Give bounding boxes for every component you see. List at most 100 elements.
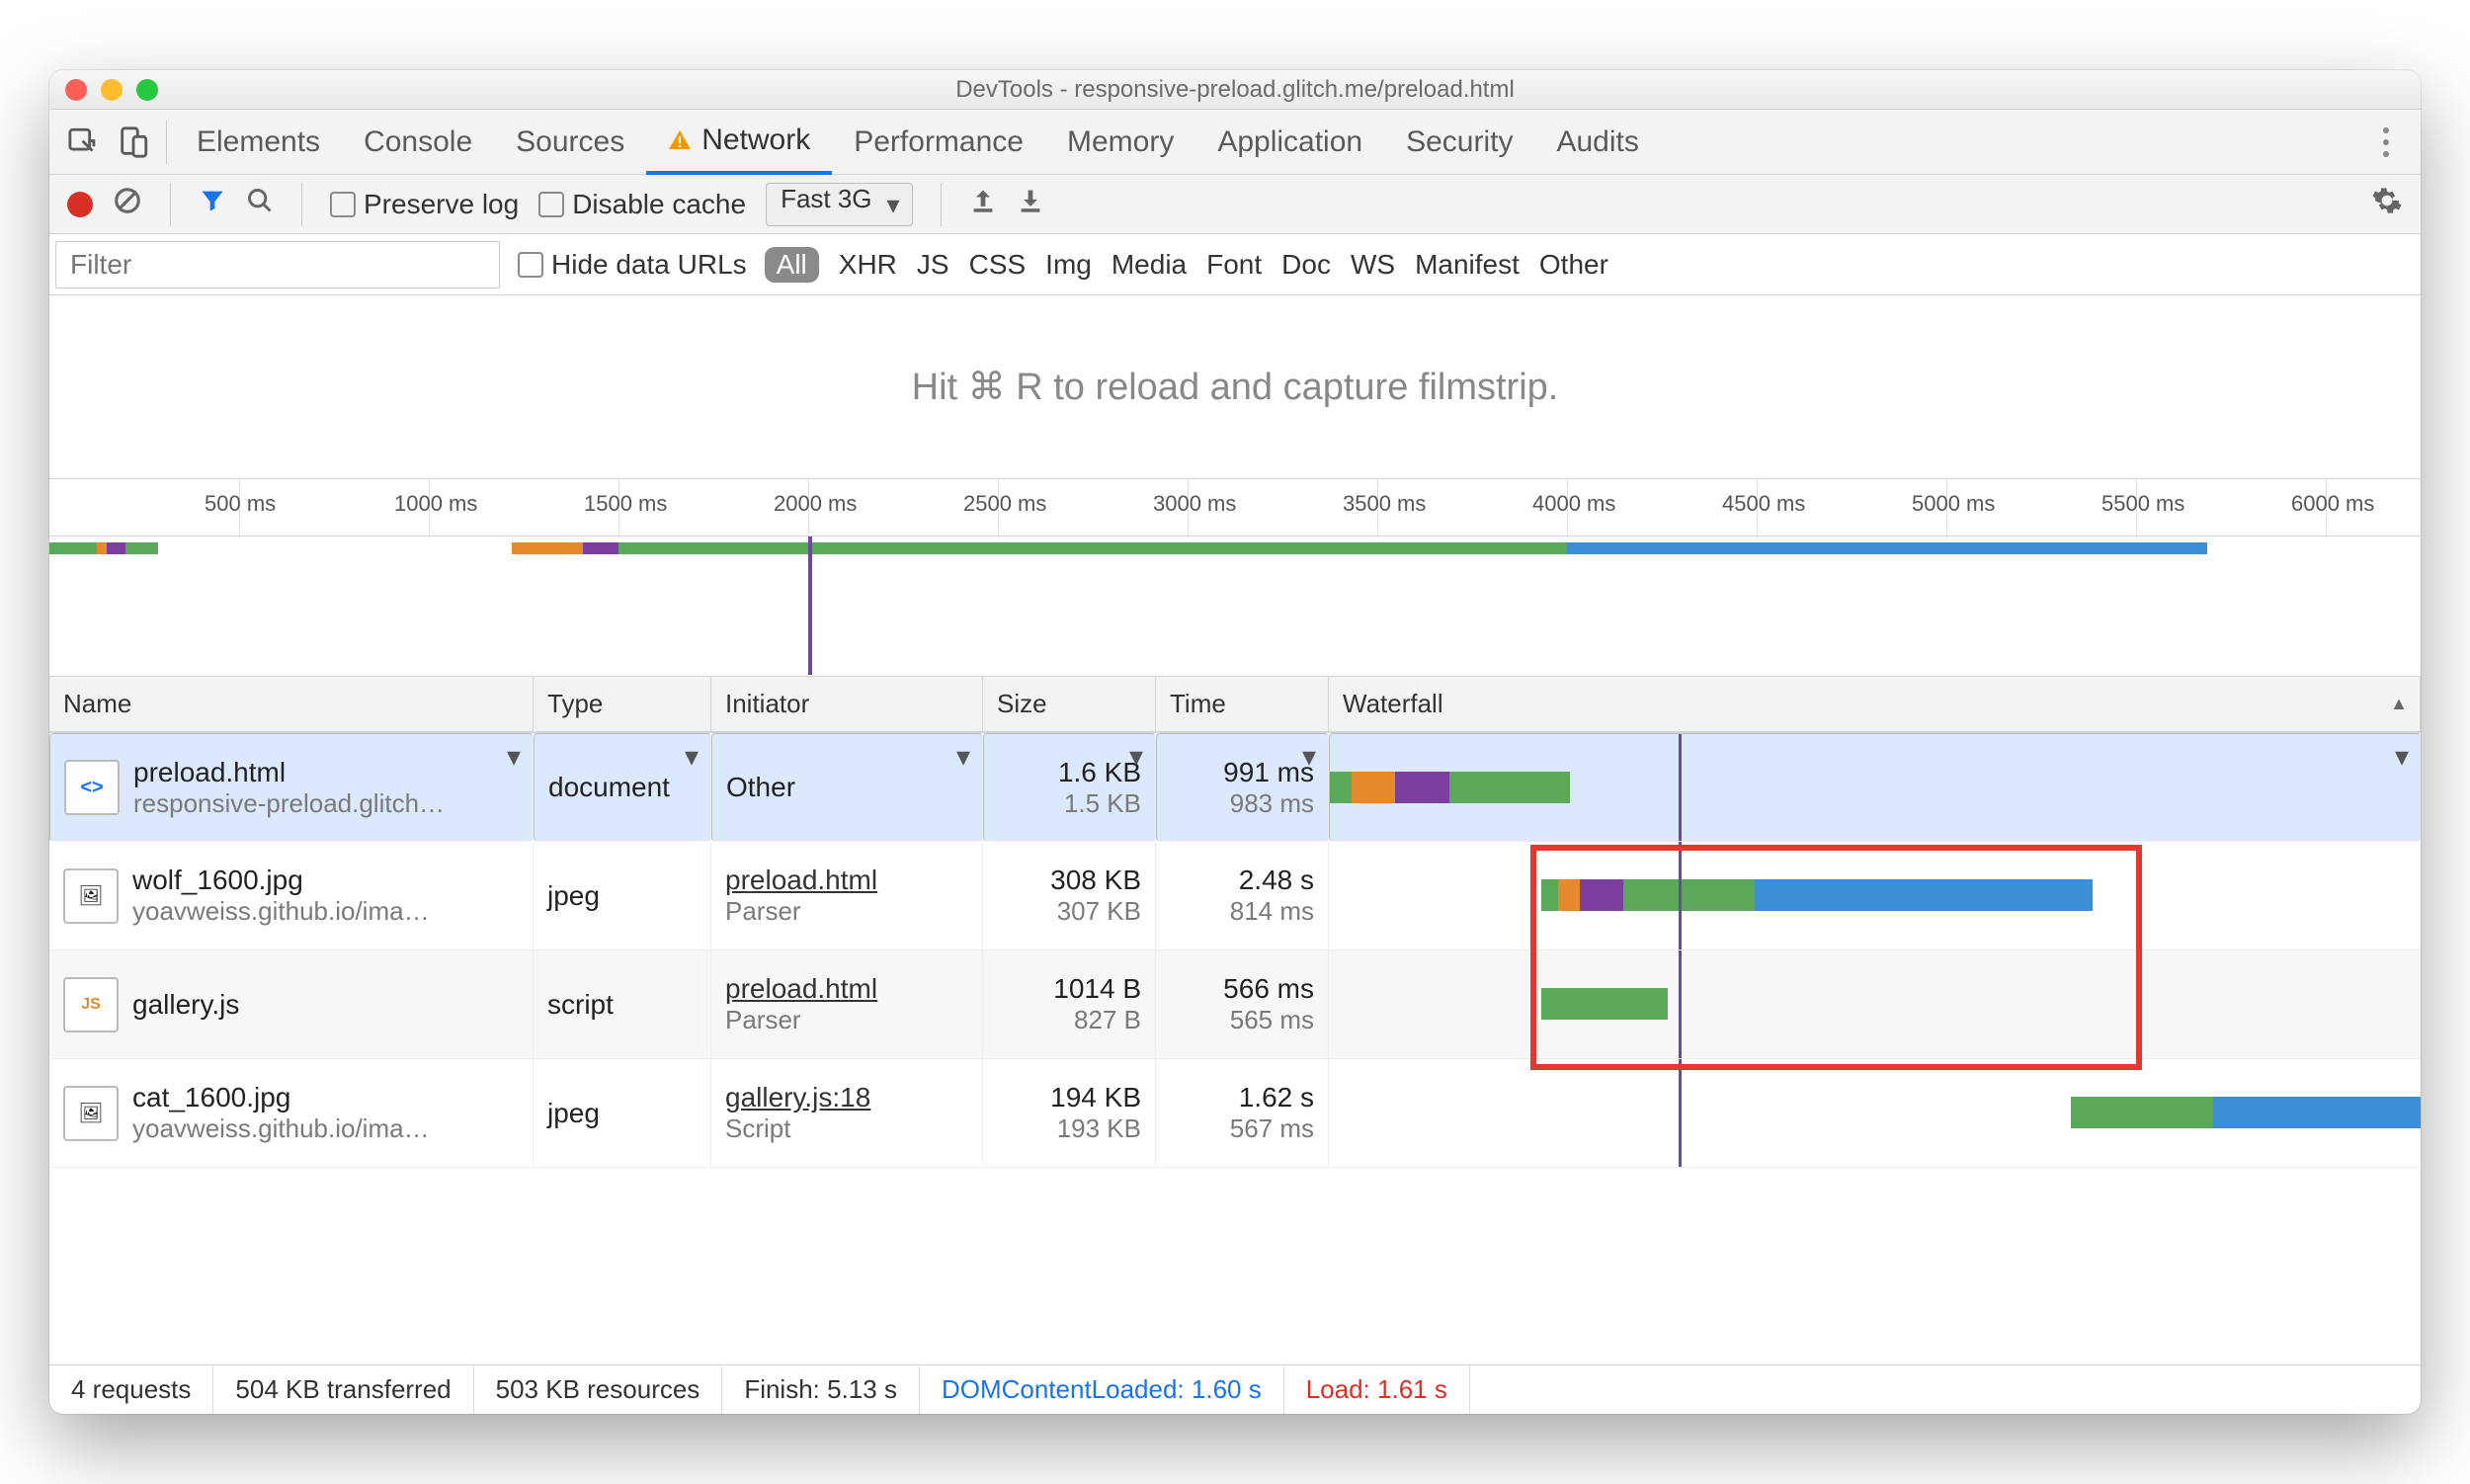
disable-cache-checkbox[interactable]: Disable cache [538,189,746,220]
request-time: 566 ms565 ms [1156,950,1329,1059]
waterfall-bar [1352,772,1395,803]
filter-type-js[interactable]: JS [917,249,949,281]
load-marker [1679,734,1682,841]
request-name: cat_1600.jpg [132,1082,430,1113]
waterfall-bar [1558,879,1580,911]
preserve-log-checkbox[interactable]: Preserve log [330,189,519,220]
timeline-tick: 5000 ms [1946,479,1947,536]
initiator-link[interactable]: gallery.js:18 [725,1082,968,1113]
waterfall-bar [1623,879,1755,911]
initiator-link[interactable]: preload.html [725,973,968,1005]
tab-audits[interactable]: Audits [1534,110,1660,175]
request-size: 1014 B827 B [983,950,1156,1059]
initiator-link[interactable]: preload.html [725,865,968,896]
tab-performance[interactable]: Performance [832,110,1045,175]
download-har-icon[interactable] [1017,187,1044,221]
load-marker [808,536,812,675]
waterfall-cell [1329,1059,2421,1168]
waterfall-bar [1330,772,1352,803]
request-type: script [534,950,711,1059]
tab-elements[interactable]: Elements [175,110,342,175]
close-icon[interactable] [65,79,87,101]
panels-tabbar: ElementsConsoleSourcesNetworkPerformance… [49,110,2421,175]
request-size: 194 KB193 KB [983,1059,1156,1168]
separator [301,183,302,226]
tab-console[interactable]: Console [342,110,494,175]
tab-application[interactable]: Application [1195,110,1384,175]
hide-data-urls-checkbox[interactable]: Hide data URLs [518,249,747,281]
timeline-segment [125,542,159,554]
timeline-tick: 3000 ms [1188,479,1189,536]
request-time: 1.62 s567 ms [1156,1059,1329,1168]
file-icon: JS [63,977,119,1032]
filter-type-media[interactable]: Media [1112,249,1187,281]
timeline-overview[interactable]: 500 ms1000 ms1500 ms2000 ms2500 ms3000 m… [49,479,2421,677]
record-button[interactable] [67,192,93,217]
search-icon[interactable] [246,187,274,221]
tab-memory[interactable]: Memory [1045,110,1195,175]
request-count: 4 requests [49,1365,213,1414]
minimize-icon[interactable] [101,79,123,101]
waterfall-bar [2071,1097,2213,1128]
timeline-tick: 4500 ms [1757,479,1758,536]
timeline-tick: 2500 ms [998,479,999,536]
filter-type-xhr[interactable]: XHR [839,249,897,281]
request-type: jpeg [534,1059,711,1168]
sort-asc-icon: ▲ [2390,694,2408,714]
request-type: document [534,733,711,842]
filter-type-ws[interactable]: WS [1351,249,1395,281]
devtools-window: DevTools - responsive-preload.glitch.me/… [49,70,2421,1414]
column-header-size[interactable]: Size [983,677,1156,732]
timeline-tick: 5500 ms [2136,479,2137,536]
column-header-initiator[interactable]: Initiator [711,677,983,732]
filter-type-other[interactable]: Other [1539,249,1608,281]
waterfall-bar [1580,879,1623,911]
timeline-segment [713,542,1567,554]
request-row[interactable]: JSgallery.jsscriptpreload.htmlParser1014… [49,950,2421,1059]
request-row[interactable]: <>preload.htmlresponsive-preload.glitch…… [49,733,2421,842]
filter-icon[interactable] [199,187,226,221]
waterfall-cell [1329,842,2421,950]
zoom-icon[interactable] [136,79,158,101]
column-header-waterfall[interactable]: Waterfall▲ [1329,677,2421,732]
domcontentloaded-time: DOMContentLoaded: 1.60 s [920,1365,1284,1414]
warning-icon [668,128,692,152]
request-row[interactable]: 🖼cat_1600.jpgyoavweiss.github.io/ima…jpe… [49,1059,2421,1168]
request-domain: responsive-preload.glitch… [133,788,445,819]
clear-button[interactable] [113,186,142,222]
upload-har-icon[interactable] [969,187,997,221]
timeline-tick: 6000 ms [2326,479,2327,536]
waterfall-cell [1329,950,2421,1059]
tab-network[interactable]: Network [646,110,832,175]
throttle-select[interactable]: Fast 3G [766,183,912,226]
filter-bar: Hide data URLs All XHR JS CSS Img Media Font Do… [49,234,2421,295]
request-time: 2.48 s814 ms [1156,842,1329,950]
tab-sources[interactable]: Sources [494,110,646,175]
column-header-time[interactable]: Time [1156,677,1329,732]
more-menu-icon[interactable] [2361,118,2411,167]
filter-type-img[interactable]: Img [1045,249,1092,281]
load-time: Load: 1.61 s [1284,1365,1470,1414]
timeline-segment [618,542,713,554]
filter-input[interactable] [55,241,500,289]
inspect-icon[interactable] [59,118,109,167]
waterfall-bar [1395,772,1449,803]
filter-type-doc[interactable]: Doc [1281,249,1331,281]
device-toggle-icon[interactable] [109,118,158,167]
tab-security[interactable]: Security [1384,110,1534,175]
settings-icon[interactable] [2371,185,2403,223]
timeline-segment [583,542,618,554]
load-marker [1679,1059,1682,1167]
filter-type-manifest[interactable]: Manifest [1415,249,1520,281]
filter-type-font[interactable]: Font [1206,249,1262,281]
separator [170,183,171,226]
filter-type-css[interactable]: CSS [969,249,1027,281]
column-header-type[interactable]: Type [534,677,711,732]
file-icon: <> [64,760,120,815]
timeline-segment [97,542,107,554]
request-row[interactable]: 🖼wolf_1600.jpgyoavweiss.github.io/ima…jp… [49,842,2421,950]
request-name: wolf_1600.jpg [132,865,430,896]
filter-type-all[interactable]: All [765,247,819,283]
column-header-name[interactable]: Name [49,677,534,732]
requests-header: NameTypeInitiatorSizeTimeWaterfall▲ [49,677,2421,733]
